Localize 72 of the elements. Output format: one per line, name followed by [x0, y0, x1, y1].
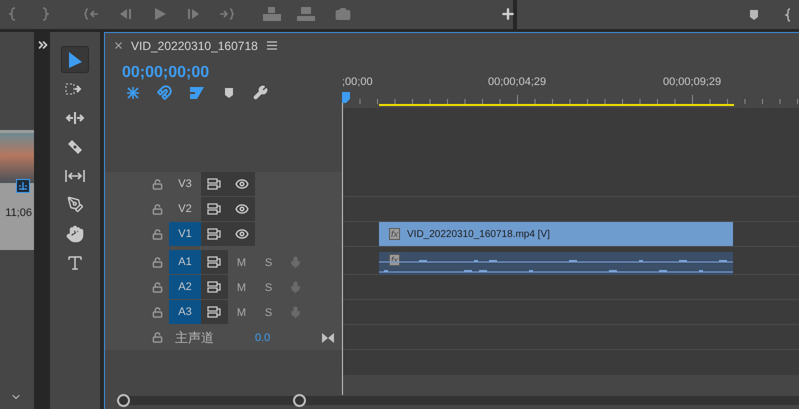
- playhead-marker-icon[interactable]: [342, 92, 350, 104]
- sync-lock-icon: [207, 306, 222, 318]
- time-ruler[interactable]: ;00;00 00;00;04;29 00;00;09;29: [342, 58, 799, 108]
- clip-thumbnail-card[interactable]: 11;06: [0, 130, 34, 250]
- expand-panels-icon[interactable]: [36, 38, 50, 52]
- marker-icon[interactable]: [749, 8, 759, 20]
- mute-button[interactable]: M: [228, 275, 255, 300]
- track-target-button[interactable]: V1: [169, 222, 201, 246]
- sync-lock-button[interactable]: [201, 222, 228, 246]
- track-target-button[interactable]: V3: [169, 172, 201, 196]
- solo-button[interactable]: S: [255, 300, 282, 325]
- bowtie-icon[interactable]: [322, 332, 334, 342]
- lock-icon[interactable]: [152, 307, 163, 318]
- close-icon[interactable]: [115, 42, 122, 49]
- type-icon: [66, 254, 84, 272]
- magnet-icon[interactable]: [157, 85, 172, 100]
- sync-lock-icon: [207, 203, 222, 215]
- tool-button[interactable]: [61, 46, 89, 73]
- lock-icon[interactable]: [152, 257, 163, 268]
- pen-icon: [66, 196, 84, 213]
- lock-icon[interactable]: [152, 282, 163, 293]
- sync-lock-button[interactable]: [201, 275, 228, 299]
- scroll-handle[interactable]: [117, 394, 130, 406]
- eye-icon: [234, 227, 248, 241]
- nest-sequence-icon[interactable]: [124, 86, 140, 100]
- razor-blade-icon: [67, 138, 83, 154]
- ruler-label: 00;00;09;29: [663, 76, 722, 88]
- hand-icon: [66, 224, 84, 242]
- video-clip[interactable]: fx VID_20220310_160718.mp4 [V]: [379, 222, 733, 246]
- sequence-tab[interactable]: VID_20220310_160718: [131, 38, 258, 52]
- clip-label: VID_20220310_160718.mp4 [V]: [407, 228, 550, 240]
- linked-selection-icon[interactable]: [188, 86, 204, 100]
- slip-icon: [65, 168, 85, 182]
- track-target-button[interactable]: A3: [169, 300, 201, 324]
- timecode[interactable]: 00;00;00;00: [122, 64, 342, 82]
- sync-lock-icon: [207, 281, 222, 293]
- solo-button[interactable]: S: [255, 275, 282, 300]
- sequence-badge-icon: [16, 179, 30, 193]
- mute-button[interactable]: M: [228, 300, 255, 325]
- fx-badge: fx: [389, 228, 400, 240]
- sync-lock-icon: [207, 256, 222, 268]
- sync-lock-button[interactable]: [201, 300, 228, 324]
- ruler-label: 00;00;04;29: [488, 76, 546, 88]
- mute-button[interactable]: M: [228, 250, 255, 275]
- track-target-button[interactable]: A2: [169, 275, 201, 299]
- sync-lock-button[interactable]: [201, 172, 228, 196]
- mark-in-icon[interactable]: [785, 8, 791, 22]
- sync-lock-button[interactable]: [201, 250, 228, 274]
- arrow-pointer-icon: [67, 50, 83, 68]
- sync-lock-icon: [207, 228, 222, 240]
- scroll-handle[interactable]: [293, 394, 306, 406]
- clip-duration: 11;06: [4, 207, 33, 219]
- track-target-button[interactable]: A1: [169, 250, 201, 274]
- zoom-scrollbar[interactable]: [117, 396, 799, 404]
- lock-icon[interactable]: [152, 179, 163, 190]
- menu-icon[interactable]: [266, 41, 277, 50]
- sync-lock-button[interactable]: [201, 197, 228, 221]
- add-icon[interactable]: [500, 6, 516, 22]
- sync-lock-icon: [207, 178, 222, 190]
- master-track-label: 主声道: [175, 328, 215, 346]
- eye-icon: [234, 202, 248, 216]
- ripple-edit-icon: [65, 110, 85, 124]
- track-target-button[interactable]: V2: [169, 197, 201, 221]
- eye-icon: [234, 177, 248, 191]
- wrench-icon[interactable]: [253, 85, 268, 100]
- lock-icon[interactable]: [152, 229, 163, 240]
- master-volume-value[interactable]: 0.0: [255, 332, 322, 344]
- ruler-label: ;00;00: [342, 76, 373, 88]
- lock-icon[interactable]: [152, 332, 163, 343]
- solo-button[interactable]: S: [255, 250, 282, 275]
- marker-icon[interactable]: [224, 86, 234, 98]
- lock-icon[interactable]: [152, 204, 163, 215]
